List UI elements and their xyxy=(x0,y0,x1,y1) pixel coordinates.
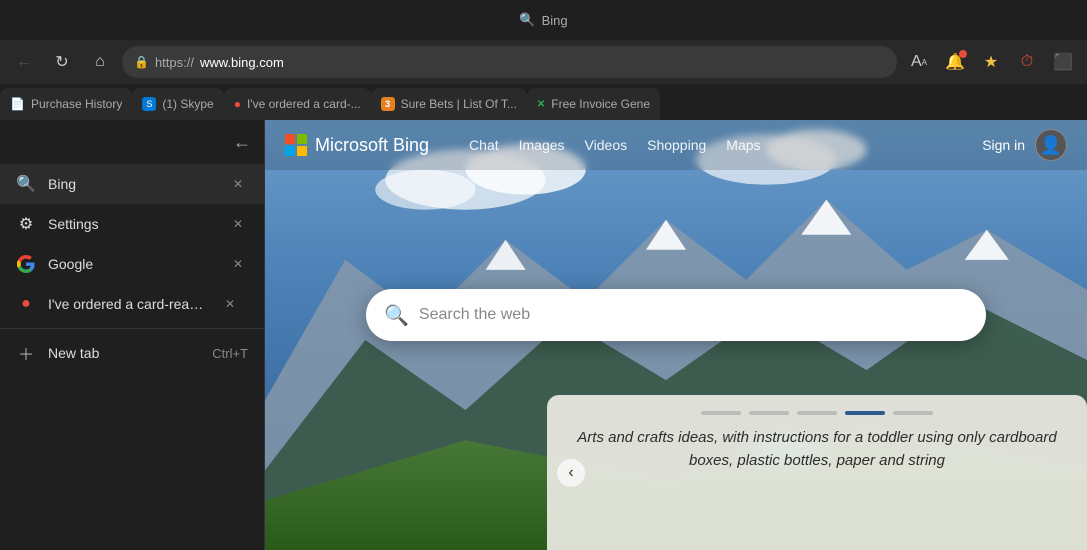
search-input[interactable]: Search the web xyxy=(419,306,968,324)
tab-label-sure-bets: Sure Bets | List Of T... xyxy=(401,97,517,111)
nav-maps[interactable]: Maps xyxy=(726,133,760,157)
sidebar-settings-close[interactable]: ✕ xyxy=(228,214,248,234)
bing-signin: Sign in 👤 xyxy=(982,129,1067,161)
back-button[interactable]: ← xyxy=(8,46,40,78)
sidebar-close-button[interactable]: ← xyxy=(228,128,256,156)
sign-in-button[interactable]: Sign in xyxy=(982,137,1025,153)
ms-logo-yellow xyxy=(297,146,307,156)
settings-icon: ⚙ xyxy=(16,214,36,234)
google-icon xyxy=(16,254,36,274)
sidebar-item-bing[interactable]: 🔍 Bing ✕ xyxy=(0,164,264,204)
sidebar-settings-label: Settings xyxy=(48,216,216,232)
sidebar-card-close[interactable]: ✕ xyxy=(220,294,240,314)
address-bar[interactable]: 🔒 https:// www.bing.com xyxy=(122,46,897,78)
user-avatar[interactable]: 👤 xyxy=(1035,129,1067,161)
sidebar-card-label: I've ordered a card-reader b... xyxy=(48,296,208,312)
address-domain: www.bing.com xyxy=(200,55,284,70)
notifications-button[interactable]: 🔔 xyxy=(939,46,971,78)
favorites-button[interactable]: ★ xyxy=(975,46,1007,78)
ms-logo-green xyxy=(297,134,307,144)
bing-logo-text: Microsoft Bing xyxy=(315,135,429,156)
bottom-card: ‹ Arts and crafts ideas, with instructio… xyxy=(547,395,1087,550)
sidebar-new-tab[interactable]: ＋ New tab Ctrl+T xyxy=(0,333,264,373)
tab-icon-sure-bets: 3 xyxy=(381,97,395,111)
sidebar-item-card-order[interactable]: ● I've ordered a card-reader b... ✕ xyxy=(0,284,264,324)
sidebar-item-google[interactable]: Google ✕ xyxy=(0,244,264,284)
bing-search-icon: 🔍 xyxy=(16,174,36,194)
bing-logo: Microsoft Bing xyxy=(285,134,429,156)
title-bar: 🔍 Bing xyxy=(0,0,1087,40)
dot-2 xyxy=(749,411,789,415)
address-protocol: https:// xyxy=(155,55,194,70)
sidebar-bing-label: Bing xyxy=(48,176,216,192)
tab-skype[interactable]: S (1) Skype xyxy=(132,88,223,120)
new-tab-shortcut: Ctrl+T xyxy=(212,346,248,361)
extensions-button[interactable]: ⬛ xyxy=(1047,46,1079,78)
title-search-icon: 🔍 xyxy=(519,12,535,28)
tab-purchase-history[interactable]: 📄 Purchase History xyxy=(0,88,132,120)
browser-chrome: 🔍 Bing ← ↻ ⌂ 🔒 https:// www.bing.com AA … xyxy=(0,0,1087,120)
bing-nav: Chat Images Videos Shopping Maps xyxy=(469,133,760,157)
sidebar-divider xyxy=(0,328,264,329)
ms-logo-blue xyxy=(285,146,295,156)
nav-right-icons: AA 🔔 ★ ⏱ ⬛ xyxy=(903,46,1079,78)
search-icon-bing: 🔍 xyxy=(384,303,409,328)
nav-videos[interactable]: Videos xyxy=(585,133,628,157)
sidebar-google-close[interactable]: ✕ xyxy=(228,254,248,274)
tab-label-skype: (1) Skype xyxy=(162,97,213,111)
home-button[interactable]: ⌂ xyxy=(84,46,116,78)
sidebar-google-label: Google xyxy=(48,256,216,272)
nav-bar: ← ↻ ⌂ 🔒 https:// www.bing.com AA 🔔 ★ ⏱ ⬛ xyxy=(0,40,1087,84)
dot-4-active xyxy=(845,411,885,415)
search-bar[interactable]: 🔍 Search the web xyxy=(366,289,986,341)
tab-label-purchase: Purchase History xyxy=(31,97,122,111)
main-content: Microsoft Bing Chat Images Videos Shoppi… xyxy=(265,120,1087,550)
tab-icon-skype: S xyxy=(142,97,156,111)
nav-chat[interactable]: Chat xyxy=(469,133,499,157)
dot-1 xyxy=(701,411,741,415)
tab-icon-card: ● xyxy=(234,97,241,111)
nav-images[interactable]: Images xyxy=(519,133,565,157)
lock-icon: 🔒 xyxy=(134,55,149,69)
title-search: 🔍 Bing xyxy=(519,12,567,28)
card-text: Arts and crafts ideas, with instructions… xyxy=(567,427,1067,472)
timer-button[interactable]: ⏱ xyxy=(1011,46,1043,78)
ms-logo-red xyxy=(285,134,295,144)
bing-page: Microsoft Bing Chat Images Videos Shoppi… xyxy=(265,120,1087,550)
tab-sure-bets[interactable]: 3 Sure Bets | List Of T... xyxy=(371,88,527,120)
new-tab-icon: ＋ xyxy=(16,343,36,363)
sidebar: ← 🔍 Bing ✕ ⚙ Settings ✕ Google ✕ ● I've … xyxy=(0,120,265,550)
tab-card-order[interactable]: ● I've ordered a card-... xyxy=(224,88,371,120)
nav-shopping[interactable]: Shopping xyxy=(647,133,706,157)
notification-badge xyxy=(959,50,967,58)
title-search-text: Bing xyxy=(542,13,568,28)
tab-label-card: I've ordered a card-... xyxy=(247,97,361,111)
microsoft-logo xyxy=(285,134,307,156)
dot-5 xyxy=(893,411,933,415)
tab-icon-purchase: 📄 xyxy=(10,97,25,111)
card-dots xyxy=(567,411,1067,415)
tab-invoice[interactable]: ✕ Free Invoice Gene xyxy=(527,88,660,120)
card-order-icon: ● xyxy=(16,294,36,314)
font-size-button[interactable]: AA xyxy=(903,46,935,78)
refresh-button[interactable]: ↻ xyxy=(46,46,78,78)
new-tab-label: New tab xyxy=(48,345,99,361)
sidebar-bing-close[interactable]: ✕ xyxy=(228,174,248,194)
dot-3 xyxy=(797,411,837,415)
tab-bar: 📄 Purchase History S (1) Skype ● I've or… xyxy=(0,84,1087,120)
sidebar-item-settings[interactable]: ⚙ Settings ✕ xyxy=(0,204,264,244)
tab-icon-invoice: ✕ xyxy=(537,99,545,110)
bing-header: Microsoft Bing Chat Images Videos Shoppi… xyxy=(265,120,1087,170)
card-prev-button[interactable]: ‹ xyxy=(557,459,585,487)
sidebar-header: ← xyxy=(0,120,264,164)
tab-label-invoice: Free Invoice Gene xyxy=(551,97,650,111)
search-container: 🔍 Search the web xyxy=(366,289,986,341)
